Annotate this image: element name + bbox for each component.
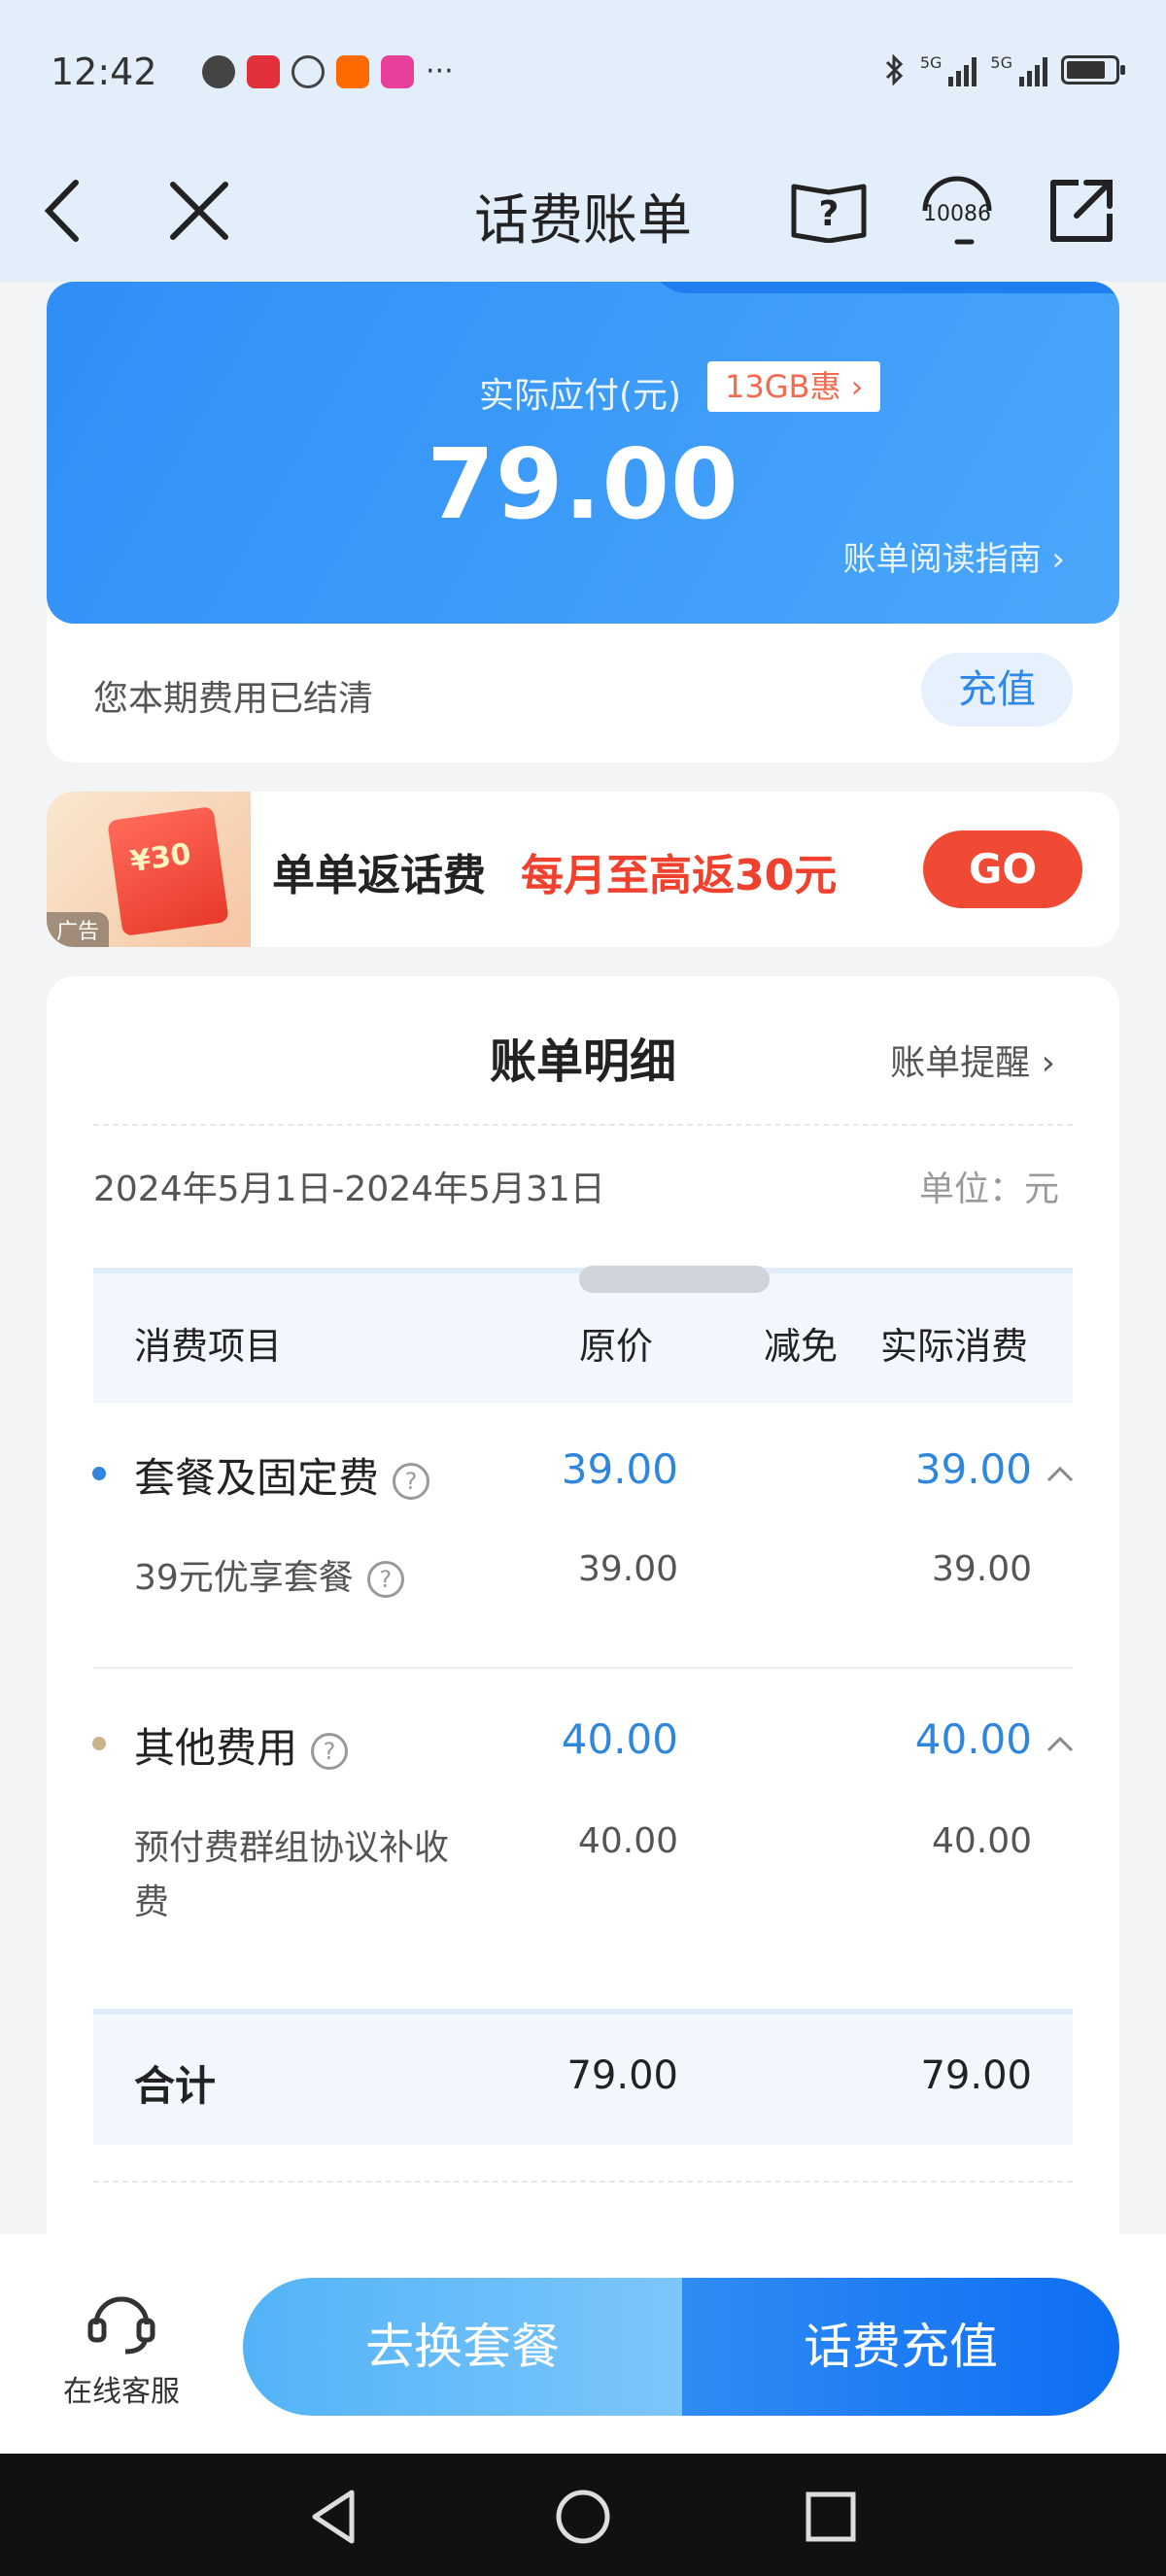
share-button[interactable] xyxy=(1038,167,1125,254)
divider xyxy=(93,2181,1073,2183)
category-name: 其他费用? xyxy=(134,1715,349,1775)
line-item-original: 39.00 xyxy=(577,1549,678,1589)
more-notifications-icon: ··· xyxy=(426,54,454,88)
column-original-price: 原价 xyxy=(579,1325,654,1368)
content[interactable]: 实际应付(元) 13GB惠 › 79.00 账单阅读指南 › 您本期费用已结清 … xyxy=(0,282,1166,2234)
promo-tag[interactable]: 13GB惠 › xyxy=(707,361,881,412)
column-item: 消费项目 xyxy=(134,1325,283,1368)
bill-reminder-link[interactable]: 账单提醒 › xyxy=(890,1034,1055,1085)
system-status-icons: 5G 5G xyxy=(883,52,1125,87)
help-book-icon: ? xyxy=(791,184,867,243)
hotline-headset-icon: 10086 xyxy=(922,176,992,245)
category-original: 40.00 xyxy=(561,1715,678,1763)
red-envelope-icon: ¥30 xyxy=(107,805,229,937)
total-row: 合计 79.00 79.00 xyxy=(93,2009,1073,2145)
total-actual: 79.00 xyxy=(920,2053,1032,2098)
bill-guide-link[interactable]: 账单阅读指南 › xyxy=(843,532,1065,580)
ad-highlight: 每月至高返30元 xyxy=(521,851,838,900)
ad-headline: 单单返话费 xyxy=(272,851,486,900)
category-row-package[interactable]: 套餐及固定费? 39.00 39.00 xyxy=(92,1438,1075,1515)
video-icon xyxy=(381,54,414,88)
summary-card: 实际应付(元) 13GB惠 › 79.00 账单阅读指南 › 您本期费用已结清 … xyxy=(47,282,1119,763)
help-button[interactable]: ? xyxy=(785,167,873,254)
settled-status: 您本期费用已结清 xyxy=(93,679,374,719)
category-original: 39.00 xyxy=(561,1445,678,1493)
nav-recent-icon[interactable] xyxy=(797,2483,865,2551)
line-item-name: 预付费群组协议补收费 xyxy=(134,1828,450,1922)
recharge-phone-button[interactable]: 话费充值 xyxy=(682,2278,1119,2416)
message-icon xyxy=(202,54,235,88)
amount-panel-tab xyxy=(649,282,1119,293)
svg-text:?: ? xyxy=(819,194,840,234)
app-notification-icon xyxy=(247,54,280,88)
category-actual: 40.00 xyxy=(914,1715,1032,1763)
help-circle-icon[interactable]: ? xyxy=(311,1732,349,1770)
signal-label-2: 5G xyxy=(990,53,1012,72)
bluetooth-icon xyxy=(885,53,903,86)
line-item-actual: 39.00 xyxy=(931,1549,1032,1589)
category-name: 套餐及固定费? xyxy=(134,1445,430,1505)
hand-icon xyxy=(292,54,325,88)
top-area: 12:42 ··· 5G 5G 话费账单 ? 10086 xyxy=(0,0,1166,282)
share-icon xyxy=(1050,180,1113,242)
line-item-original: 40.00 xyxy=(577,1821,678,1861)
watermark xyxy=(579,1266,770,1293)
taobao-icon xyxy=(336,54,369,88)
nav-back-icon[interactable] xyxy=(301,2483,369,2551)
category-dot xyxy=(92,1737,106,1750)
ad-go-button[interactable]: GO xyxy=(923,830,1082,908)
line-item-name: 39元优享套餐? xyxy=(134,1549,404,1600)
help-circle-icon[interactable]: ? xyxy=(393,1462,430,1500)
amount-label: 实际应付(元) xyxy=(479,376,682,416)
ad-tag: 广告 xyxy=(47,912,110,947)
amount-panel: 实际应付(元) 13GB惠 › 79.00 账单阅读指南 › xyxy=(47,282,1119,624)
nav-home-icon[interactable] xyxy=(549,2483,617,2551)
hotline-button[interactable]: 10086 xyxy=(913,167,1001,254)
ad-image: ¥30 广告 xyxy=(47,792,251,947)
headset-icon xyxy=(87,2296,155,2355)
billing-period: 2024年5月1日-2024年5月31日 xyxy=(93,1169,605,1209)
help-circle-icon[interactable]: ? xyxy=(366,1561,404,1598)
signal-label-1: 5G xyxy=(919,53,943,72)
column-discount: 减免 xyxy=(764,1325,839,1368)
change-plan-button[interactable]: 去换套餐 xyxy=(243,2278,682,2416)
total-label: 合计 xyxy=(134,2062,217,2110)
recharge-button[interactable]: 充值 xyxy=(921,653,1073,727)
signal-icon-1: 5G xyxy=(920,53,977,86)
signal-icon-2: 5G xyxy=(990,53,1047,86)
line-item-actual: 40.00 xyxy=(931,1821,1032,1861)
status-time: 12:42 xyxy=(51,51,157,93)
amount-value: 79.00 xyxy=(427,427,739,541)
ad-banner[interactable]: ¥30 广告 单单返话费 每月至高返30元 GO xyxy=(47,792,1119,947)
chevron-up-icon[interactable] xyxy=(1046,1735,1075,1754)
divider xyxy=(93,1124,1073,1126)
category-dot xyxy=(92,1467,106,1480)
bottom-action-bar: 在线客服 去换套餐 话费充值 xyxy=(0,2234,1166,2454)
category-row-other[interactable]: 其他费用? 40.00 40.00 xyxy=(92,1708,1075,1785)
online-service-button[interactable]: 在线客服 xyxy=(49,2288,194,2410)
total-original: 79.00 xyxy=(566,2053,678,2098)
battery-icon xyxy=(1061,55,1125,85)
hotline-number: 10086 xyxy=(923,202,991,226)
line-item-row: 39元优享套餐? 39.00 39.00 xyxy=(93,1549,1073,1608)
table-header: 消费项目 原价 减免 实际消费 xyxy=(93,1266,1073,1404)
chevron-up-icon[interactable] xyxy=(1046,1465,1075,1484)
notification-icons: ··· xyxy=(202,54,454,88)
line-item-row: 预付费群组协议补收费 40.00 40.00 xyxy=(93,1821,1073,1928)
online-service-label: 在线客服 xyxy=(63,2375,180,2409)
ad-image-text: ¥30 xyxy=(127,836,193,880)
header: 话费账单 ? 10086 xyxy=(0,146,1166,282)
system-nav-bar xyxy=(0,2454,1166,2576)
divider xyxy=(93,1667,1073,1669)
category-actual: 39.00 xyxy=(914,1445,1032,1493)
column-actual: 实际消费 xyxy=(880,1325,1029,1368)
status-bar: 12:42 ··· 5G 5G xyxy=(0,0,1166,146)
unit-label: 单位：元 xyxy=(918,1169,1059,1209)
bill-detail-card: 账单明细 账单提醒 › 2024年5月1日-2024年5月31日 单位：元 消费… xyxy=(47,976,1119,2234)
